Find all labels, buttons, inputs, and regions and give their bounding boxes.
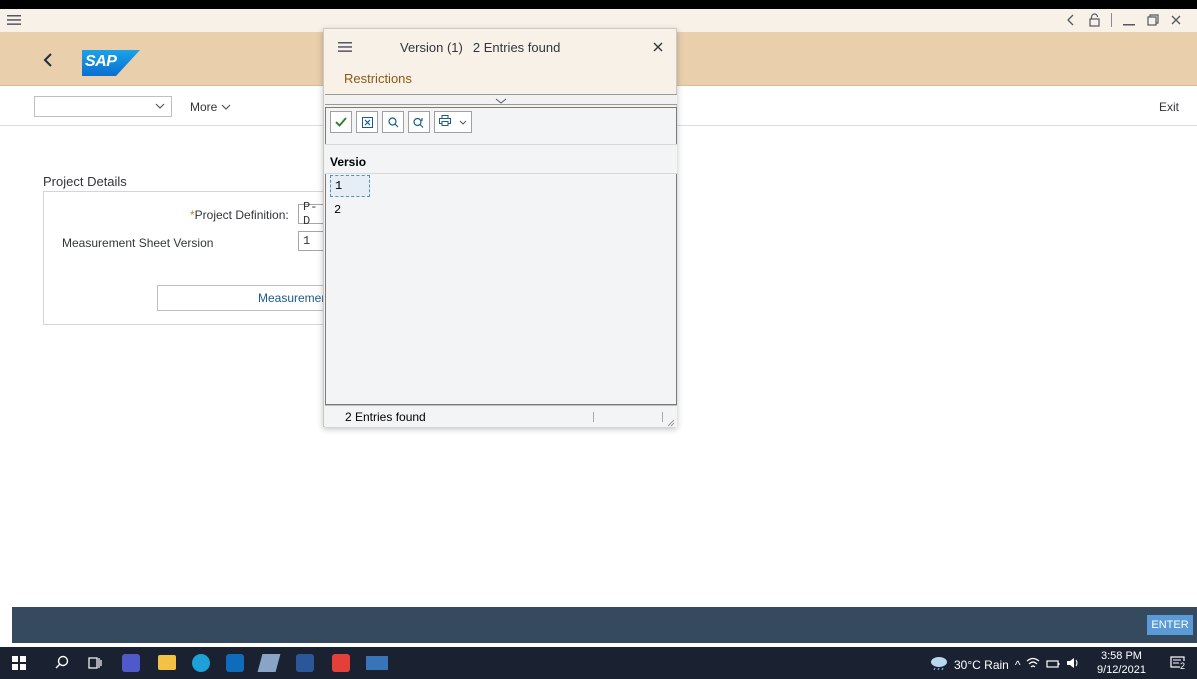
status-bar — [12, 607, 1197, 643]
dialog-title-count: 2 Entries found — [472, 40, 561, 55]
dialog-title-bar: Version (1) 2 Entries found — [324, 29, 676, 65]
window-separator — [1111, 13, 1112, 27]
status-separator — [593, 412, 594, 422]
minimize-icon[interactable] — [1122, 14, 1136, 26]
notification-count: 2 — [1180, 661, 1186, 671]
clock-date: 9/12/2021 — [1097, 664, 1146, 676]
task-view-icon[interactable] — [88, 656, 102, 673]
project-definition-label-text: Project Definition: — [194, 208, 289, 222]
result-column-header: Versio — [325, 144, 677, 174]
ms-version-label: Measurement Sheet Version — [62, 236, 214, 250]
lock-icon[interactable] — [1087, 13, 1101, 27]
weather-text[interactable]: 30°C Rain — [954, 658, 1009, 672]
close-icon[interactable] — [1170, 15, 1182, 25]
top-band — [0, 0, 1197, 9]
print-menu-button[interactable] — [434, 111, 472, 133]
back-icon[interactable] — [1065, 14, 1077, 26]
result-row[interactable]: 2 — [330, 199, 370, 221]
printer-icon — [439, 115, 451, 129]
project-definition-label: *Project Definition: — [190, 208, 289, 222]
clock[interactable]: 3:58 PM 9/12/2021 — [1097, 649, 1146, 677]
restore-icon[interactable] — [1146, 14, 1160, 26]
dialog-title-text: Version (1) — [400, 40, 463, 55]
cancel-icon[interactable] — [356, 111, 378, 133]
sap-logon-icon[interactable] — [366, 656, 388, 670]
edge-icon[interactable] — [192, 654, 210, 672]
exit-button[interactable]: Exit — [1159, 100, 1179, 114]
volume-icon[interactable] — [1066, 657, 1080, 672]
hamburger-icon[interactable] — [338, 41, 352, 53]
clock-time: 3:58 PM — [1100, 650, 1142, 662]
battery-icon[interactable] — [1046, 658, 1060, 672]
column-header-version[interactable]: Versio — [330, 155, 366, 169]
result-row[interactable]: 1 — [330, 175, 370, 197]
status-separator — [662, 412, 663, 422]
restrictions-expander[interactable] — [325, 94, 677, 105]
chevron-down-icon — [155, 101, 165, 111]
more-label: More — [190, 100, 218, 114]
app-icon[interactable] — [257, 654, 281, 672]
chevron-down-icon — [221, 104, 231, 110]
chevron-down-icon — [459, 116, 467, 128]
windows-taskbar: 30°C Rain ^ 3:58 PM 9/12/2021 2 — [0, 647, 1197, 679]
security-app-icon[interactable] — [332, 654, 350, 672]
more-menu-button[interactable]: More — [190, 98, 231, 116]
notification-icon[interactable]: 2 — [1170, 655, 1186, 674]
cloud-rain-icon — [930, 656, 948, 673]
hamburger-icon[interactable] — [6, 12, 22, 28]
outlook-icon[interactable] — [226, 654, 244, 672]
section-title: Project Details — [43, 174, 127, 189]
sap-logo: SAP — [82, 50, 140, 76]
checkmark-icon[interactable] — [330, 111, 352, 133]
chevron-down-icon — [495, 93, 507, 107]
resize-grip-icon[interactable] — [667, 416, 675, 430]
search-icon[interactable] — [55, 655, 69, 672]
restrictions-tab[interactable]: Restrictions — [344, 71, 412, 86]
chevron-left-icon[interactable] — [40, 50, 56, 70]
teams-icon[interactable] — [122, 654, 140, 672]
search-next-icon[interactable] — [408, 111, 430, 133]
close-icon[interactable] — [652, 41, 664, 53]
dialog-title: Version (1) 2 Entries found — [400, 40, 560, 55]
sap-logo-text: SAP — [85, 53, 117, 70]
dialog-status-bar: 2 Entries found — [325, 405, 677, 427]
chevron-up-icon[interactable]: ^ — [1015, 658, 1021, 672]
entries-found-status: 2 Entries found — [345, 410, 426, 424]
file-explorer-icon[interactable] — [158, 655, 176, 670]
dialog-toolbar — [330, 111, 472, 133]
command-dropdown[interactable] — [34, 96, 172, 117]
enter-button[interactable]: ENTER — [1147, 615, 1193, 635]
search-icon[interactable] — [382, 111, 404, 133]
windows-start-icon[interactable] — [12, 656, 26, 673]
word-icon[interactable] — [296, 654, 314, 672]
value-help-dialog: Version (1) 2 Entries found Restrictions — [323, 28, 677, 427]
wifi-icon[interactable] — [1026, 657, 1040, 672]
